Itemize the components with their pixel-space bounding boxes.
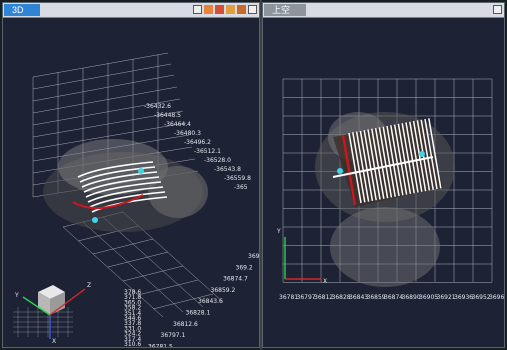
x-tick-label: 36797: [297, 294, 316, 301]
coordinate-label: 36874.7: [223, 276, 248, 283]
x-tick-label: 36812: [314, 294, 333, 301]
x-tick-label: 36859: [367, 294, 386, 301]
panel-toolbar: [493, 5, 502, 14]
axis-label-z: Z: [87, 282, 91, 289]
coordinate-label: -36464.4: [164, 121, 191, 128]
coordinate-label: -36528.0: [204, 157, 231, 164]
view-iso-icon[interactable]: [237, 5, 246, 14]
view-side-icon[interactable]: [215, 5, 224, 14]
x-tick-label: 36781: [279, 294, 298, 301]
coordinate-label: -36512.1: [194, 148, 221, 155]
point-cloud-3d: [43, 139, 208, 232]
minimize-icon[interactable]: [493, 5, 502, 14]
view-top-canvas[interactable]: Y X 367813679736812368283684336859368743…: [263, 17, 505, 348]
coordinate-label: 36797.1: [161, 332, 186, 339]
x-tick-label: 36828: [332, 294, 351, 301]
view-front-icon[interactable]: [204, 5, 213, 14]
view-top-panel: 上空 Y X 36781 36797 36812 36828 36843 36859 368…: [262, 2, 505, 348]
coordinate-label: -36448.5: [154, 112, 181, 119]
axis-label-x: X: [323, 278, 327, 285]
view-top-icon[interactable]: [226, 5, 235, 14]
coordinate-label: -36559.8: [224, 175, 251, 182]
x-tick-labels: 3678136797368123682836843368593687436890…: [279, 294, 505, 301]
minimize-icon[interactable]: [193, 5, 202, 14]
x-tick-label: 36967: [489, 294, 505, 301]
panel-toolbar: [193, 5, 257, 14]
coordinate-label: -36543.8: [214, 166, 241, 173]
coordinate-label: 36781.5: [148, 343, 173, 348]
panel-header: 上空: [263, 3, 504, 18]
x-tick-label: 36874: [384, 294, 403, 301]
coordinate-label: 369: [248, 253, 260, 260]
axis-label-y: Y: [14, 292, 19, 299]
coordinate-label: -36496.2: [184, 139, 211, 146]
tab-3d[interactable]: 3D: [4, 4, 40, 16]
coordinate-label: -36432.6: [144, 103, 171, 110]
x-tick-label: 36890: [402, 294, 421, 301]
coordinate-label: 36859.2: [211, 287, 236, 294]
coordinate-label: 36828.1: [186, 310, 211, 317]
z-axis-label: 310.6: [124, 341, 141, 348]
coordinate-label: 36812.6: [173, 321, 198, 328]
x-tick-label: 36905: [419, 294, 438, 301]
x-tick-label: 36952: [472, 294, 491, 301]
axis-label-x: X: [52, 338, 56, 345]
coordinate-label: 36843.6: [198, 298, 223, 305]
top-axis-gizmo: Y X: [276, 228, 327, 285]
x-tick-label: 36843: [349, 294, 368, 301]
point-cloud-top: [315, 112, 455, 287]
axis-label-y: Y: [276, 228, 281, 235]
coordinate-label: 369.2: [236, 264, 253, 271]
x-tick-label: 36921: [437, 294, 456, 301]
x-tick-label: 36936: [454, 294, 473, 301]
panel-header: 3D: [3, 3, 259, 18]
coordinate-label: -365: [234, 184, 248, 191]
z-axis-labels: 378.6371.8365.0358.2351.4344.6337.8331.0…: [124, 289, 141, 348]
view-3d-panel: 3D -36432.6 -36448.5 -36464.4 -36480.3 -…: [2, 2, 260, 348]
view-3d-canvas[interactable]: -36432.6 -36448.5 -36464.4 -36480.3 -36496.2…: [3, 17, 260, 348]
tab-top-view[interactable]: 上空: [264, 4, 307, 16]
close-icon[interactable]: [248, 5, 257, 14]
axis-gizmo: Y Z X: [13, 282, 91, 345]
coordinate-label: -36480.3: [174, 130, 201, 137]
